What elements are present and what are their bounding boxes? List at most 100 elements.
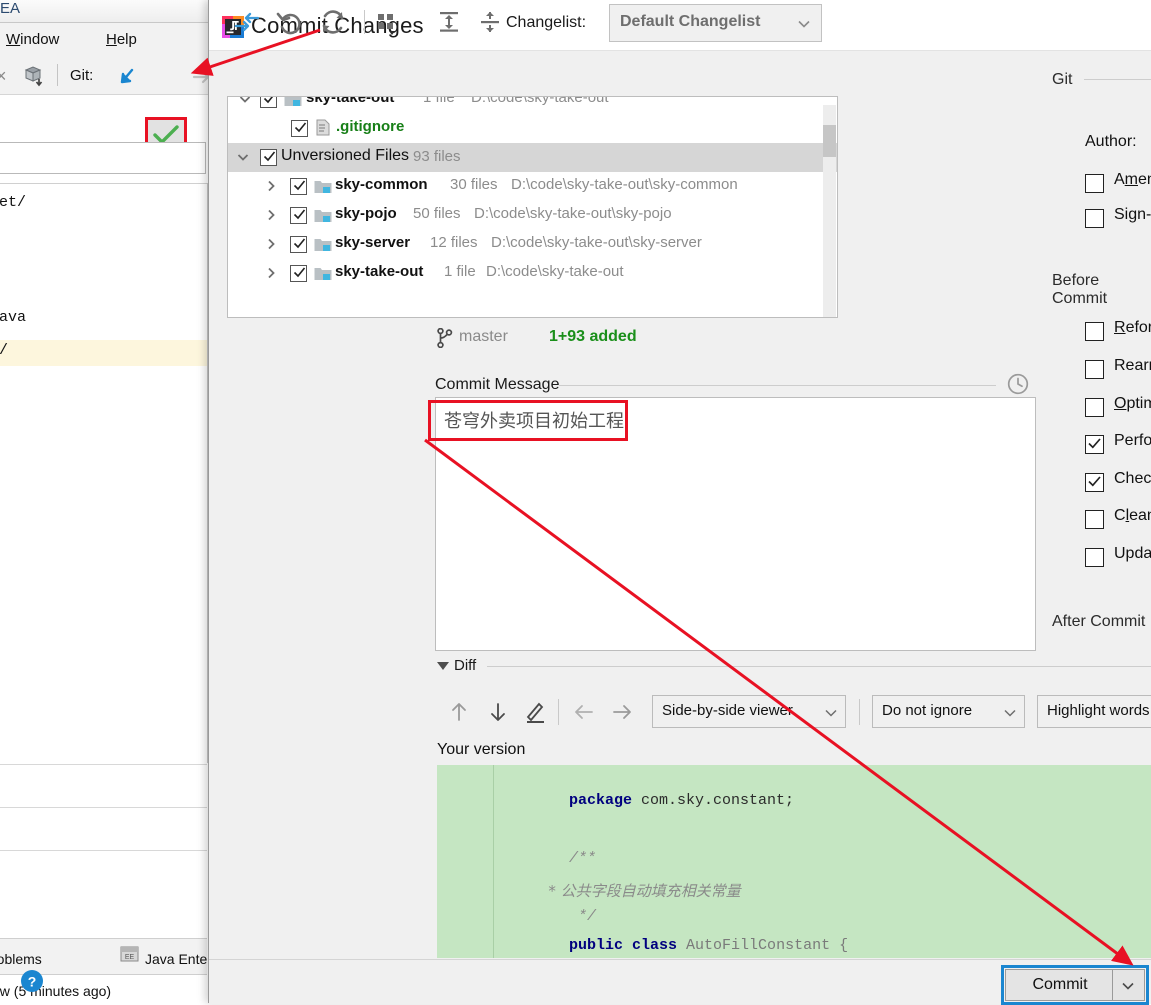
author-label: Author: <box>1085 133 1137 150</box>
code-token: AutoFillConstant { <box>677 937 849 954</box>
diff-ignore-mode-select[interactable]: Do not ignore <box>872 695 1025 728</box>
diff-viewer-mode-value: Side-by-side viewer <box>662 702 793 719</box>
chevron-down-icon <box>824 706 838 720</box>
amend-commit-checkbox[interactable] <box>1085 174 1104 193</box>
amend-commit-label: Amend commit <box>1114 171 1151 188</box>
row-count: 50 files <box>413 205 461 222</box>
reformat-code-checkbox[interactable] <box>1085 322 1104 341</box>
row-path: D:\code\sky-take-out\sky-pojo <box>474 205 672 222</box>
rearrange-code-checkbox[interactable] <box>1085 360 1104 379</box>
table-row[interactable]: .gitignore <box>228 114 837 143</box>
changelist-select[interactable]: Default Changelist <box>609 4 822 42</box>
branch-name: master <box>459 328 508 345</box>
sign-off-commit-checkbox[interactable] <box>1085 209 1104 228</box>
collapse-arrows-icon[interactable] <box>231 6 263 38</box>
diff-toolbar-divider <box>558 699 559 725</box>
tree-scrollbar-thumb[interactable] <box>823 125 836 157</box>
optimize-imports-checkbox[interactable] <box>1085 398 1104 417</box>
table-row[interactable]: sky-take-out 1 file D:\code\sky-take-out <box>228 96 837 114</box>
checkmark-icon <box>292 207 307 222</box>
group-by-icon[interactable] <box>372 6 404 38</box>
table-row[interactable]: sky-pojo 50 files D:\code\sky-take-out\s… <box>228 201 837 230</box>
arrow-up-icon[interactable] <box>444 697 474 727</box>
row-checkbox[interactable] <box>260 97 277 108</box>
diff-highlight-mode-select[interactable]: Highlight words <box>1037 695 1151 728</box>
row-checkbox[interactable] <box>290 178 307 195</box>
ide-lower-panel-3 <box>0 850 207 939</box>
table-row[interactable]: sky-take-out 1 file D:\code\sky-take-out <box>228 259 837 288</box>
editor-line-4: t/ <box>0 342 8 359</box>
chevron-down-icon <box>1003 706 1017 720</box>
ide-editor-pane[interactable]: get/ s java t/ <box>0 183 207 764</box>
git-branch-icon <box>437 327 453 349</box>
changelist-label: Changelist: <box>506 14 587 31</box>
optimize-imports-label: Optimize imports <box>1114 395 1151 412</box>
java-ee-icon: EE <box>120 945 140 963</box>
row-checkbox[interactable] <box>290 207 307 224</box>
table-row[interactable]: Unversioned Files 93 files <box>228 143 837 172</box>
row-path: D:\code\sky-take-out <box>486 263 624 280</box>
refresh-icon[interactable] <box>317 6 349 38</box>
check-todo-label: Check TODO (Show All) <box>1114 470 1151 487</box>
row-path: D:\code\sky-take-out\sky-server <box>491 234 702 251</box>
row-checkbox[interactable] <box>290 265 307 282</box>
row-count: 1 file <box>444 263 476 280</box>
git-label: Git: <box>70 67 94 84</box>
collapse-all-icon[interactable] <box>474 6 506 38</box>
cleanup-checkbox[interactable] <box>1085 510 1104 529</box>
row-path: D:\code\sky-take-out\sky-common <box>511 176 738 193</box>
update-copyright-checkbox[interactable] <box>1085 548 1104 567</box>
clock-history-icon[interactable] <box>1007 373 1029 395</box>
row-count: 12 files <box>430 234 478 251</box>
status-problems-tab[interactable]: roblems <box>0 951 42 967</box>
table-row[interactable]: sky-server 12 files D:\code\sky-take-out… <box>228 230 837 259</box>
help-question-icon[interactable]: ? <box>20 969 44 993</box>
perform-code-analysis-checkbox[interactable] <box>1085 435 1104 454</box>
update-project-arrow-down-icon[interactable] <box>115 65 139 89</box>
chevron-right-icon[interactable] <box>264 266 278 280</box>
table-row[interactable]: sky-common 30 files D:\code\sky-take-out… <box>228 172 837 201</box>
row-checkbox[interactable] <box>291 120 308 137</box>
branch-added-count: 1+93 added <box>549 328 637 345</box>
ide-lower-panel-2 <box>0 807 207 850</box>
row-checkbox[interactable] <box>290 236 307 253</box>
diff-collapse-triangle-icon[interactable] <box>437 662 449 670</box>
arrow-left-icon[interactable] <box>569 697 599 727</box>
expand-all-icon[interactable] <box>433 6 465 38</box>
check-todo-checkbox[interactable] <box>1085 473 1104 492</box>
diff-code-pane[interactable]: 1 2 3 4 5 6 7 package com.sky.constant; … <box>437 765 1151 958</box>
folder-icon <box>314 237 332 252</box>
chevron-right-icon[interactable] <box>264 237 278 251</box>
close-icon[interactable]: × <box>0 66 7 87</box>
row-label: sky-pojo <box>335 205 397 222</box>
svg-text:?: ? <box>28 974 37 990</box>
chevron-right-icon[interactable] <box>264 179 278 193</box>
chevron-right-icon[interactable] <box>264 208 278 222</box>
commit-message-highlight <box>428 400 628 441</box>
row-path: D:\code\sky-take-out <box>471 96 609 106</box>
row-label: .gitignore <box>336 118 405 135</box>
undo-revert-icon[interactable] <box>274 6 306 38</box>
diff-section-separator <box>487 666 1151 667</box>
changed-files-tree[interactable]: sky-take-out 1 file D:\code\sky-take-out… <box>227 96 838 318</box>
dialog-toolbar <box>209 51 1151 96</box>
code-line: /** <box>515 949 632 958</box>
ide-search-field[interactable] <box>0 142 206 174</box>
arrow-down-icon[interactable] <box>483 697 513 727</box>
chevron-down-icon[interactable] <box>236 150 250 164</box>
sign-off-commit-label: Sign-off commit <box>1114 206 1151 223</box>
row-label: sky-take-out <box>306 96 395 106</box>
file-icon <box>316 119 330 136</box>
chevron-down-icon[interactable] <box>238 97 252 106</box>
arrow-right-icon[interactable] <box>607 697 637 727</box>
menu-help[interactable]: Help <box>106 31 137 48</box>
toolbar-divider-1 <box>364 10 365 34</box>
changelist-selected-value: Default Changelist <box>620 13 761 30</box>
folder-icon <box>284 97 302 107</box>
diff-viewer-mode-select[interactable]: Side-by-side viewer <box>652 695 846 728</box>
pencil-edit-icon[interactable] <box>521 697 551 727</box>
row-checkbox[interactable] <box>260 149 277 166</box>
cube-download-icon[interactable] <box>22 64 46 88</box>
row-count: 30 files <box>450 176 498 193</box>
menu-window[interactable]: WWindowindow <box>6 31 59 48</box>
